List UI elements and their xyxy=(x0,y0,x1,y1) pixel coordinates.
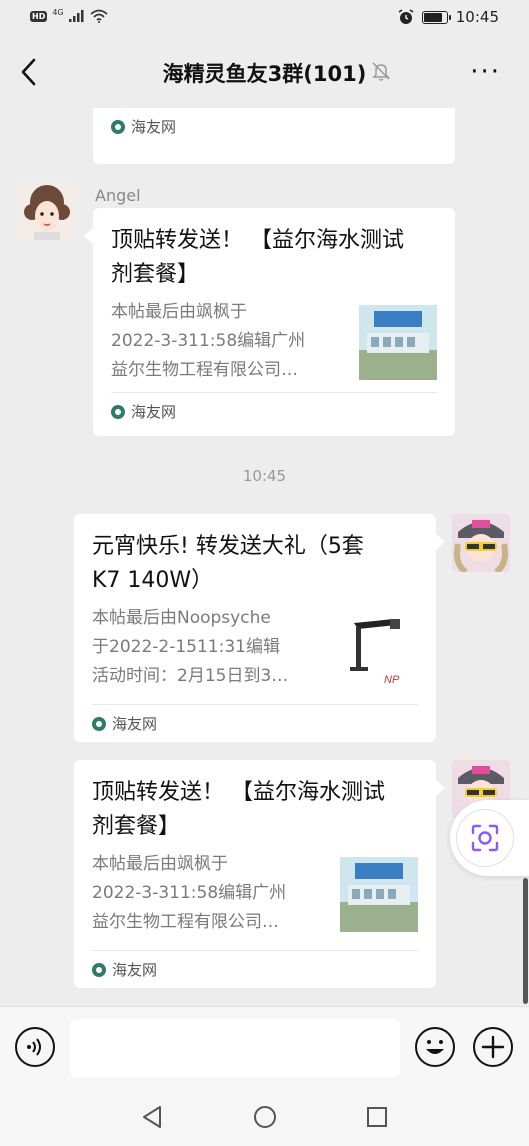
card-desc-line: 益尔生物工程有限公司… xyxy=(111,360,298,380)
card-source-label: 海友网 xyxy=(131,403,177,421)
link-card[interactable]: 海友网 xyxy=(93,108,455,164)
circle-home-icon[interactable] xyxy=(252,1104,278,1130)
card-desc-line: 2022-3-311:58编辑广州 xyxy=(111,331,306,351)
avatar-angel[interactable] xyxy=(18,182,76,240)
card-desc-line: 本帖最后由飒枫于 xyxy=(111,302,247,322)
card-desc-line: 于2022-2-1511:31编辑 xyxy=(92,637,280,657)
plus-sign-icon xyxy=(481,1035,505,1059)
card-source-label: 海友网 xyxy=(112,961,158,979)
card-title: 顶贴转发送！ 【益尔海水测试 剂套餐】 xyxy=(92,776,385,844)
card-title-line: 顶贴转发送！ 【益尔海水测试 xyxy=(92,780,385,805)
input-bar xyxy=(0,1006,529,1088)
network-type: 4G xyxy=(52,7,64,17)
haiyou-logo-icon xyxy=(92,716,106,731)
bell-off-icon xyxy=(372,62,390,81)
clock: 10:45 xyxy=(455,8,499,26)
status-left: HD 4G xyxy=(30,7,108,23)
smile-face-icon xyxy=(426,1040,444,1054)
avatar-self[interactable] xyxy=(452,514,510,572)
square-recent-icon[interactable] xyxy=(366,1106,388,1128)
status-right: 10:45 xyxy=(398,8,499,26)
card-source: 海友网 xyxy=(111,116,176,137)
status-bar: HD 4G 10:45 xyxy=(0,0,529,36)
link-card[interactable]: 顶贴转发送！ 【益尔海水测试 剂套餐】 本帖最后由飒枫于 2022-3-311:… xyxy=(93,208,455,436)
battery-icon xyxy=(421,10,451,24)
card-divider xyxy=(111,392,437,393)
card-desc-line: 本帖最后由Noopsyche xyxy=(92,608,271,628)
chat-header: 海精灵鱼友3群(101) ··· xyxy=(0,36,529,108)
card-desc-line: 2022-3-311:58编辑广州 xyxy=(92,883,287,903)
card-divider xyxy=(92,704,418,705)
svg-text:NP: NP xyxy=(384,674,400,686)
bubble-tail xyxy=(84,228,93,244)
avatar-self-image xyxy=(452,514,510,572)
haiyou-logo-icon xyxy=(111,119,125,134)
hd-badge: HD xyxy=(30,10,48,22)
alarm-icon xyxy=(398,9,414,24)
battery-fill xyxy=(423,12,443,22)
card-title-line: 元宵快乐! 转发送大礼（5套 xyxy=(92,534,364,559)
haiyou-logo-icon xyxy=(111,404,125,419)
card-source-label: 海友网 xyxy=(131,118,177,136)
emoji-icon[interactable] xyxy=(415,1027,455,1067)
triangle-back-icon[interactable] xyxy=(140,1104,164,1130)
card-title-line: 顶贴转发送！ 【益尔海水测试 xyxy=(111,228,404,253)
card-description: 本帖最后由Noopsyche 于2022-2-1511:31编辑 活动时间：2月… xyxy=(92,604,322,691)
card-thumbnail: NP xyxy=(340,611,418,686)
avatar-angel-image xyxy=(18,182,76,240)
haiyou-logo-icon xyxy=(92,962,106,977)
message-timestamp: 10:45 xyxy=(242,467,287,485)
card-desc-line: 活动时间：2月15日到3… xyxy=(92,666,289,686)
card-description: 本帖最后由飒枫于 2022-3-311:58编辑广州 益尔生物工程有限公司… xyxy=(92,850,322,937)
link-card[interactable]: 元宵快乐! 转发送大礼（5套 K7 140W） 本帖最后由Noopsyche 于… xyxy=(74,514,436,742)
card-divider xyxy=(92,950,418,951)
card-title-line: 剂套餐】 xyxy=(92,814,181,839)
screen-recognition-icon xyxy=(471,824,499,852)
floating-scan-button[interactable] xyxy=(450,800,529,876)
signal-icon xyxy=(68,10,84,22)
message-input[interactable] xyxy=(70,1019,400,1077)
card-title-line: 剂套餐】 xyxy=(111,262,200,287)
more-dots-icon[interactable]: ··· xyxy=(470,59,501,85)
card-title: 顶贴转发送！ 【益尔海水测试 剂套餐】 xyxy=(111,224,404,292)
card-thumbnail xyxy=(359,305,437,380)
card-desc-line: 本帖最后由飒枫于 xyxy=(92,854,228,874)
system-navigation xyxy=(0,1088,529,1146)
voice-icon[interactable] xyxy=(15,1027,55,1067)
card-source: 海友网 xyxy=(92,713,157,734)
card-source: 海友网 xyxy=(92,959,157,980)
wifi-icon xyxy=(90,9,108,23)
card-title-line: K7 140W） xyxy=(92,568,214,593)
floating-scan-circle xyxy=(456,809,514,867)
sender-name: Angel xyxy=(95,186,141,205)
card-source: 海友网 xyxy=(111,401,176,422)
message-list[interactable]: 海友网 Angel 顶贴转发送！ 【益尔海水测试 剂套餐】 本帖最后由飒枫于 2… xyxy=(0,108,529,1006)
chat-title: 海精灵鱼友3群(101) xyxy=(162,62,367,86)
scrollbar[interactable] xyxy=(523,878,528,1004)
voice-waves-icon xyxy=(27,1038,41,1056)
card-source-label: 海友网 xyxy=(112,715,158,733)
bubble-tail xyxy=(436,780,445,796)
link-card[interactable]: 顶贴转发送！ 【益尔海水测试 剂套餐】 本帖最后由飒枫于 2022-3-311:… xyxy=(74,760,436,988)
card-thumbnail xyxy=(340,857,418,932)
bubble-tail xyxy=(436,534,445,550)
card-desc-line: 益尔生物工程有限公司… xyxy=(92,912,279,932)
card-description: 本帖最后由飒枫于 2022-3-311:58编辑广州 益尔生物工程有限公司… xyxy=(111,298,341,385)
plus-icon[interactable] xyxy=(473,1027,513,1067)
card-title: 元宵快乐! 转发送大礼（5套 K7 140W） xyxy=(92,530,364,598)
